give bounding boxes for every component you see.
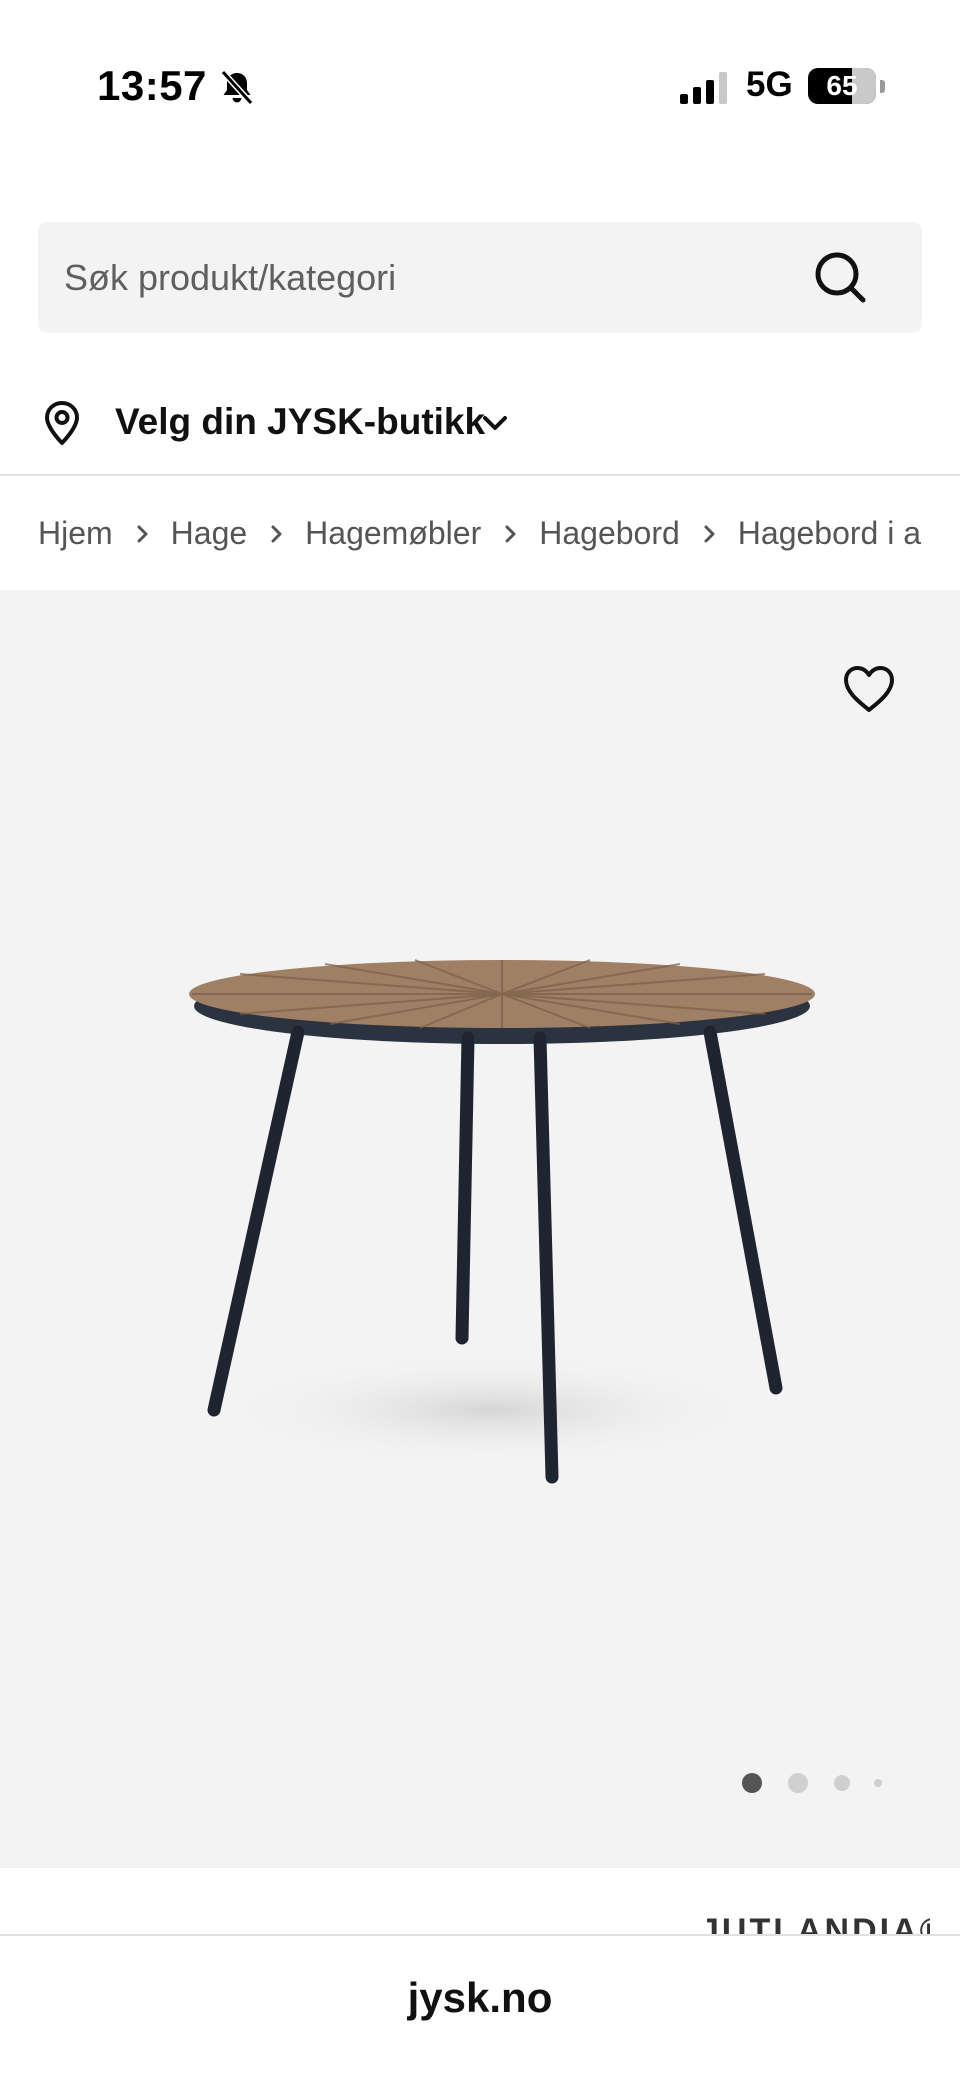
carousel-dot-1[interactable] <box>742 1773 762 1793</box>
breadcrumb-item-hage[interactable]: Hage <box>171 515 248 552</box>
carousel-dot-3[interactable] <box>834 1775 850 1791</box>
brand-name: JUTLANDIA® <box>700 1912 930 1936</box>
breadcrumb: Hjem Hage Hagemøbler Hagebord Hagebord i… <box>38 505 922 561</box>
carousel-dot-2[interactable] <box>788 1773 808 1793</box>
location-pin-icon <box>45 401 79 445</box>
breadcrumb-item-current[interactable]: Hagebord i aluminium <box>738 515 922 552</box>
chevron-right-icon <box>680 505 738 561</box>
battery-icon: 65 <box>808 68 886 106</box>
url-text[interactable]: jysk.no <box>0 1974 960 2022</box>
bell-slash-icon <box>220 69 254 106</box>
heart-outline-icon[interactable] <box>840 660 898 718</box>
network-type: 5G <box>746 65 793 104</box>
signal-icon <box>680 72 727 104</box>
chevron-down-icon <box>483 416 507 430</box>
search-bar[interactable] <box>38 222 922 333</box>
divider <box>0 474 960 476</box>
brand-logo: JUTLANDIA® <box>700 1912 930 1936</box>
search-input[interactable] <box>64 222 804 333</box>
battery-level: 65 <box>826 70 858 101</box>
breadcrumb-item-hagemobler[interactable]: Hagemøbler <box>305 515 481 552</box>
browser-url-bar[interactable]: jysk.no <box>0 1934 960 2079</box>
chevron-right-icon <box>113 505 171 561</box>
carousel-dot-4[interactable] <box>874 1779 882 1787</box>
carousel-dots[interactable] <box>740 1770 890 1796</box>
store-selector[interactable]: Velg din JYSK-butikk <box>38 392 638 454</box>
chevron-right-icon <box>481 505 539 561</box>
store-selector-label: Velg din JYSK-butikk <box>115 401 486 442</box>
status-bar: 13:57 5G 65 <box>0 0 960 176</box>
breadcrumb-item-hagebord[interactable]: Hagebord <box>539 515 680 552</box>
search-icon[interactable] <box>813 250 869 306</box>
breadcrumb-item-hjem[interactable]: Hjem <box>38 515 113 552</box>
status-time: 13:57 <box>97 62 207 109</box>
chevron-right-icon <box>247 505 305 561</box>
product-image[interactable] <box>140 940 840 1500</box>
